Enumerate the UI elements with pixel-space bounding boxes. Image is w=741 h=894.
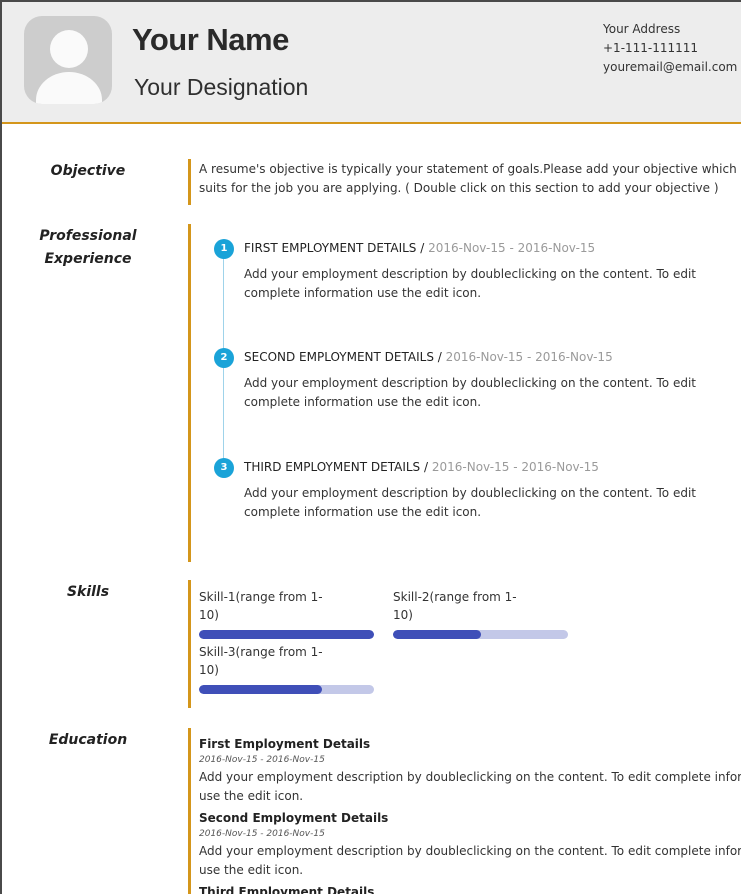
skill-level-fill — [199, 630, 374, 639]
education-item[interactable]: Third Employment Details — [199, 884, 741, 894]
education-description: Add your employment description by doubl… — [199, 844, 741, 858]
resume-designation[interactable]: Your Designation — [134, 74, 308, 101]
experience-title-text: SECOND EMPLOYMENT DETAILS — [244, 350, 434, 364]
experience-title[interactable]: FIRST EMPLOYMENT DETAILS / 2016-Nov-15 -… — [244, 241, 595, 255]
experience-title-separator: / — [433, 350, 446, 364]
education-description-continued: use the edit icon. — [199, 789, 304, 803]
skill-item[interactable]: Skill-1(range from 1-10) — [199, 588, 375, 639]
education-description: Add your employment description by doubl… — [199, 770, 741, 784]
skill-item[interactable]: Skill-3(range from 1-10) — [199, 643, 375, 694]
education-title: Third Employment Details — [199, 885, 375, 894]
avatar-head-shape — [50, 30, 88, 68]
education-title: Second Employment Details — [199, 811, 389, 825]
objective-accent-bar — [188, 159, 191, 205]
education-item[interactable]: First Employment Details 2016-Nov-15 - 2… — [199, 736, 741, 805]
resume-header: Your Name Your Designation Your Address … — [2, 0, 741, 124]
timeline-number-badge: 3 — [214, 458, 234, 478]
skill-level-track — [393, 630, 568, 639]
section-title-experience-line1: Professional — [39, 228, 137, 244]
section-title-experience-line2: Experience — [44, 251, 132, 267]
skill-label: Skill-1(range from 1-10) — [199, 590, 323, 622]
experience-date: 2016-Nov-15 - 2016-Nov-15 — [431, 460, 599, 474]
experience-accent-bar — [188, 224, 191, 562]
experience-title-text: FIRST EMPLOYMENT DETAILS — [244, 241, 417, 255]
experience-title[interactable]: SECOND EMPLOYMENT DETAILS / 2016-Nov-15 … — [244, 350, 613, 364]
section-title-experience: Professional Experience — [3, 225, 173, 271]
skill-level-fill — [393, 630, 481, 639]
objective-text[interactable]: A resume's objective is typically your s… — [199, 160, 739, 198]
timeline-number-badge: 2 — [214, 348, 234, 368]
skill-level-track — [199, 685, 374, 694]
contact-phone[interactable]: +1-111-111111 — [603, 39, 737, 58]
resume-name[interactable]: Your Name — [132, 22, 289, 58]
contact-info[interactable]: Your Address +1-111-111111 youremail@ema… — [603, 20, 737, 77]
skill-level-track — [199, 630, 374, 639]
education-accent-bar — [188, 728, 191, 894]
education-date: 2016-Nov-15 - 2016-Nov-15 — [199, 755, 325, 765]
education-item[interactable]: Second Employment Details 2016-Nov-15 - … — [199, 810, 741, 879]
section-title-skills: Skills — [66, 584, 110, 600]
skill-level-fill — [199, 685, 322, 694]
experience-title-separator: / — [420, 460, 432, 474]
experience-date: 2016-Nov-15 - 2016-Nov-15 — [428, 241, 596, 255]
section-title-objective: Objective — [50, 163, 126, 179]
skill-label: Skill-3(range from 1-10) — [199, 645, 323, 677]
contact-email[interactable]: youremail@email.com — [603, 58, 737, 77]
experience-description[interactable]: Add your employment description by doubl… — [244, 265, 734, 303]
resume-page: Your Name Your Designation Your Address … — [0, 0, 741, 894]
education-title: First Employment Details — [199, 737, 371, 751]
education-date: 2016-Nov-15 - 2016-Nov-15 — [199, 829, 325, 839]
skill-item[interactable]: Skill-2(range from 1-10) — [393, 588, 569, 639]
experience-title[interactable]: THIRD EMPLOYMENT DETAILS / 2016-Nov-15 -… — [244, 460, 599, 474]
experience-description[interactable]: Add your employment description by doubl… — [244, 374, 734, 412]
education-description-continued: use the edit icon. — [199, 863, 304, 877]
skills-accent-bar — [188, 580, 191, 708]
experience-title-text: THIRD EMPLOYMENT DETAILS — [244, 460, 421, 474]
section-title-education: Education — [48, 732, 128, 748]
experience-title-separator: / — [416, 241, 429, 255]
timeline-number-badge: 1 — [214, 239, 234, 259]
experience-date: 2016-Nov-15 - 2016-Nov-15 — [445, 350, 613, 364]
avatar-body-shape — [36, 72, 102, 104]
user-avatar-icon[interactable] — [24, 16, 112, 104]
skill-label: Skill-2(range from 1-10) — [393, 590, 517, 622]
contact-address[interactable]: Your Address — [603, 20, 737, 39]
experience-description[interactable]: Add your employment description by doubl… — [244, 484, 734, 522]
